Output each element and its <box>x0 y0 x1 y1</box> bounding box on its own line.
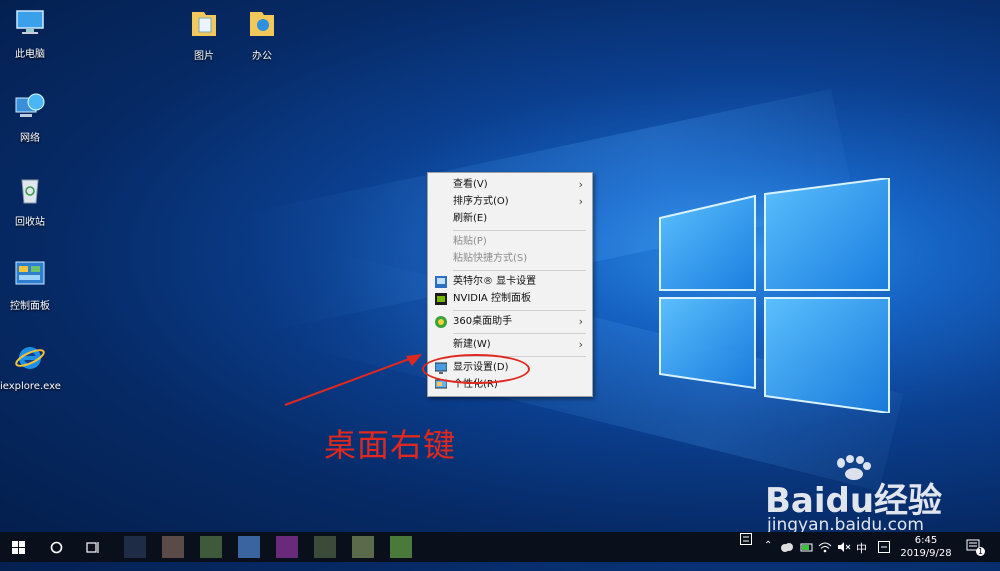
search-button[interactable] <box>42 532 72 562</box>
desktop-icon-control-panel[interactable]: 控制面板 <box>0 258 60 312</box>
cloud-icon <box>781 543 793 552</box>
clock-time: 6:45 <box>914 535 938 546</box>
desktop-icon-label: 控制面板 <box>10 301 50 312</box>
taskbar-app[interactable] <box>276 536 298 558</box>
taskbar-app[interactable] <box>124 536 146 558</box>
desktop-icon-office-folder[interactable]: 办公 <box>232 8 292 62</box>
menu-item-label: 新建(W) <box>453 339 491 350</box>
task-view-button[interactable] <box>79 532 109 562</box>
menu-item-360-desktop[interactable]: 360桌面助手 › <box>428 314 592 330</box>
desktop-icon-label: 办公 <box>252 51 272 62</box>
menu-item-intel-graphics[interactable]: 英特尔® 显卡设置 <box>428 274 592 290</box>
wifi-icon <box>818 542 832 553</box>
control-panel-icon <box>15 261 45 285</box>
menu-item-paste[interactable]: 粘贴(P) <box>428 234 592 250</box>
notification-count-badge: 1 <box>976 547 986 556</box>
volume-muted-icon <box>838 542 851 552</box>
menu-separator <box>453 230 586 231</box>
internet-explorer-icon <box>15 347 45 369</box>
recycle-bin-icon <box>21 179 39 204</box>
menu-item-label: 粘贴快捷方式(S) <box>453 253 528 264</box>
taskbar: ⌃ 中 6:45 2019/9/28 1 <box>0 532 1000 562</box>
menu-item-refresh[interactable]: 刷新(E) <box>428 211 592 227</box>
this-pc-icon <box>16 10 44 34</box>
cortana-circle-icon <box>50 541 63 554</box>
menu-separator <box>453 333 586 334</box>
action-center-button[interactable]: 1 <box>966 539 986 569</box>
desktop-icon-pictures-folder[interactable]: 图片 <box>174 8 234 62</box>
task-view-icon <box>86 542 99 553</box>
network-icon <box>15 93 45 117</box>
menu-item-label: NVIDIA 控制面板 <box>453 293 531 304</box>
tray-keyboard-icon[interactable] <box>878 541 890 571</box>
desktop-icon-label: iexplore.exe <box>0 381 61 392</box>
tray-app-icon[interactable] <box>780 541 794 571</box>
annotation-arrow <box>284 354 422 406</box>
annotation-text: 桌面右键 <box>324 426 457 464</box>
taskbar-app[interactable] <box>314 536 336 558</box>
taskbar-app[interactable] <box>238 536 260 558</box>
menu-item-label: 粘贴(P) <box>453 236 487 247</box>
show-hidden-icons-button[interactable]: ⌃ <box>764 540 772 570</box>
chevron-right-icon: › <box>578 195 583 208</box>
menu-separator <box>453 310 586 311</box>
chevron-right-icon: › <box>578 178 583 191</box>
menu-item-label: 刷新(E) <box>453 213 488 224</box>
menu-item-view[interactable]: 查看(V) › <box>428 177 592 193</box>
menu-separator <box>453 270 586 271</box>
desktop-icon-label: 网络 <box>20 133 40 144</box>
taskbar-app[interactable] <box>390 536 412 558</box>
desktop-icon-this-pc[interactable]: 此电脑 <box>0 6 60 60</box>
chevron-up-icon: ⌃ <box>764 540 773 551</box>
menu-item-label: 英特尔® 显卡设置 <box>453 276 537 287</box>
menu-item-sort-by[interactable]: 排序方式(O) › <box>428 194 592 210</box>
highlight-ellipse <box>422 354 530 384</box>
folder-icon <box>250 12 274 36</box>
menu-item-label: 查看(V) <box>453 179 488 190</box>
taskbar-app[interactable] <box>352 536 374 558</box>
taskbar-clock[interactable]: 6:45 2019/9/28 <box>896 534 956 560</box>
menu-item-nvidia[interactable]: NVIDIA 控制面板 <box>428 291 592 307</box>
windows-logo-wallpaper <box>659 178 890 413</box>
chevron-right-icon: › <box>578 315 583 328</box>
desktop-icon-label: 图片 <box>194 51 214 62</box>
intel-graphics-icon <box>435 276 447 288</box>
menu-item-label: 排序方式(O) <box>453 196 509 207</box>
keyboard-icon <box>878 541 890 553</box>
taskbar-app[interactable] <box>162 536 184 558</box>
ime-mode-label: 中 <box>856 542 867 555</box>
start-button[interactable] <box>4 532 34 562</box>
ime-mode-button[interactable]: 中 <box>856 540 867 570</box>
tray-ime-pad-icon[interactable] <box>740 533 752 563</box>
volume-button[interactable] <box>837 541 851 571</box>
menu-item-new[interactable]: 新建(W) › <box>428 337 592 353</box>
battery-icon <box>800 543 813 552</box>
clock-date: 2019/9/28 <box>900 548 952 559</box>
network-status-button[interactable] <box>818 541 832 571</box>
chevron-right-icon: › <box>578 338 583 351</box>
desktop-icon-label: 此电脑 <box>15 49 45 60</box>
menu-item-paste-shortcut[interactable]: 粘贴快捷方式(S) <box>428 251 592 267</box>
desktop-icon-label: 回收站 <box>15 217 45 228</box>
desktop-icon-recycle-bin[interactable]: 回收站 <box>0 174 60 228</box>
baidu-jingyan-watermark: Baidu经验 jingyan.baidu.com <box>765 455 985 535</box>
ime-pad-icon <box>740 533 752 545</box>
folder-icon <box>192 12 216 36</box>
tray-app-icon[interactable] <box>800 541 814 571</box>
menu-item-label: 360桌面助手 <box>453 316 513 327</box>
360-icon <box>435 316 447 328</box>
desktop-icon-network[interactable]: 网络 <box>0 90 60 144</box>
windows-start-icon <box>12 541 25 554</box>
desktop-icon-iexplore[interactable]: iexplore.exe <box>0 342 61 392</box>
taskbar-app[interactable] <box>200 536 222 558</box>
nvidia-icon <box>435 293 447 305</box>
